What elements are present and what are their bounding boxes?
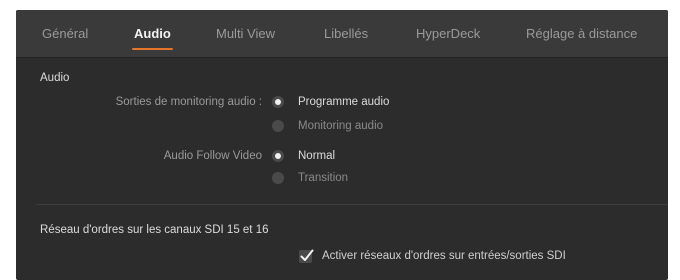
settings-panel: Général Audio Multi View Libellés HyperD… bbox=[16, 10, 668, 280]
option-label: Transition bbox=[298, 172, 349, 184]
talkback-section-title: Réseau d'ordres sur les canaux SDI 15 et… bbox=[40, 224, 269, 236]
radio-selected-icon bbox=[272, 96, 284, 108]
option-label: Normal bbox=[298, 150, 336, 162]
tab-hyperdeck[interactable]: HyperDeck bbox=[416, 10, 480, 58]
monitoring-output-label: Sorties de monitoring audio : bbox=[115, 96, 262, 108]
active-tab-indicator bbox=[132, 48, 173, 50]
audio-section-title: Audio bbox=[40, 72, 70, 84]
tab-general[interactable]: Général bbox=[42, 10, 88, 58]
tab-multi-view[interactable]: Multi View bbox=[216, 10, 275, 58]
tab-libelles[interactable]: Libellés bbox=[324, 10, 368, 58]
tab-label: HyperDeck bbox=[416, 26, 481, 41]
option-label: Programme audio bbox=[298, 96, 390, 108]
tab-label: Libellés bbox=[324, 26, 369, 41]
section-divider bbox=[36, 204, 668, 205]
radio-unselected-icon bbox=[272, 172, 284, 184]
tab-label: Multi View bbox=[216, 26, 276, 41]
option-label: Monitoring audio bbox=[298, 120, 384, 132]
radio-normal[interactable]: Normal bbox=[272, 150, 335, 162]
checkmark-icon bbox=[300, 249, 314, 261]
tab-label: Général bbox=[42, 26, 89, 41]
tab-label: Réglage à distance bbox=[526, 26, 638, 41]
tab-bar: Général Audio Multi View Libellés HyperD… bbox=[16, 10, 668, 58]
tab-label: Audio bbox=[134, 26, 171, 41]
audio-follow-video-label: Audio Follow Video bbox=[163, 150, 262, 162]
talkback-checkbox-label[interactable]: Activer réseaux d'ordres sur entrées/sor… bbox=[322, 250, 566, 262]
tab-audio[interactable]: Audio bbox=[132, 10, 173, 58]
radio-monitoring-audio[interactable]: Monitoring audio bbox=[272, 120, 383, 132]
radio-selected-icon bbox=[272, 150, 284, 162]
radio-transition[interactable]: Transition bbox=[272, 172, 348, 184]
radio-unselected-icon bbox=[272, 120, 284, 132]
talkback-checkbox[interactable] bbox=[299, 249, 314, 263]
radio-programme-audio[interactable]: Programme audio bbox=[272, 96, 389, 108]
tab-reglage-a-distance[interactable]: Réglage à distance bbox=[526, 10, 637, 58]
